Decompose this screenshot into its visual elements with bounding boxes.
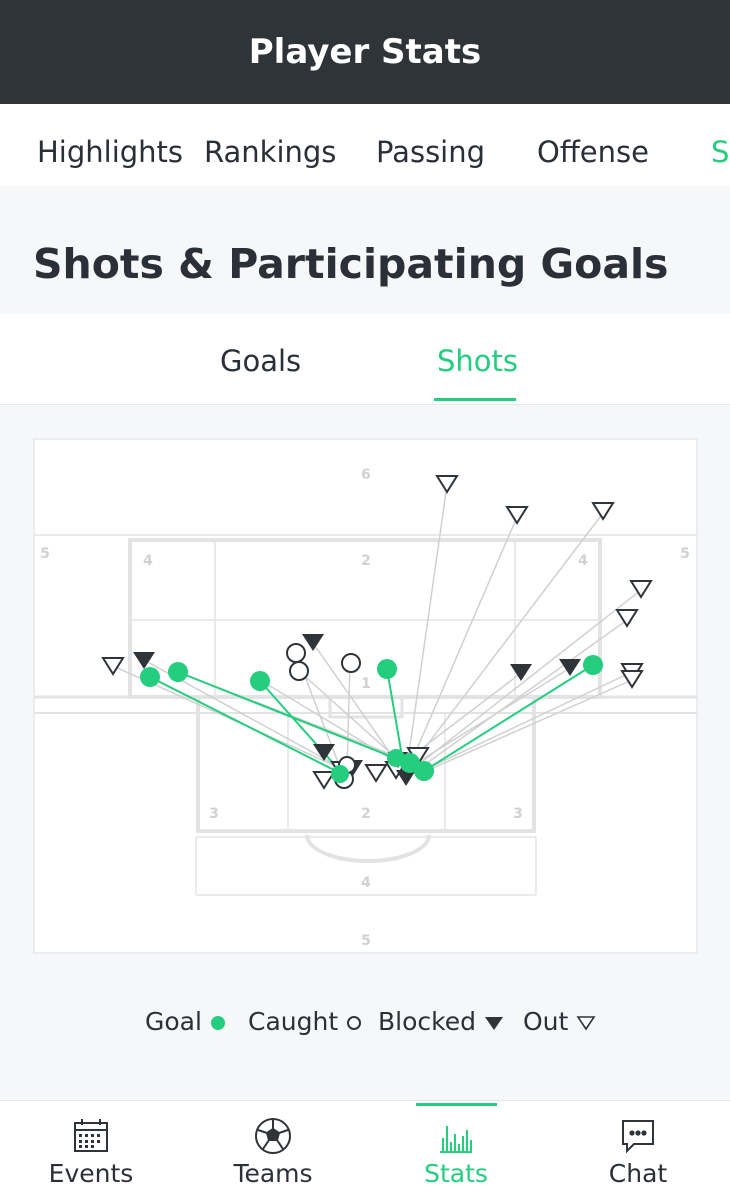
zone-label: 4 bbox=[578, 553, 588, 569]
goal-marker bbox=[168, 662, 188, 682]
stats-tab-bar: Highlights Rankings Passing Offense S bbox=[0, 104, 730, 187]
legend-caught-label: Caught bbox=[248, 1007, 339, 1036]
subtab-active-indicator bbox=[434, 398, 516, 401]
nav-chat[interactable]: Chat bbox=[547, 1101, 729, 1200]
legend-blocked: Blocked bbox=[378, 1002, 504, 1042]
legend-blocked-label: Blocked bbox=[378, 1007, 476, 1036]
zone-label: 3 bbox=[513, 806, 523, 822]
legend-caught: Caught bbox=[248, 1002, 362, 1042]
goal-marker bbox=[140, 667, 160, 687]
legend-goal: Goal bbox=[145, 1002, 226, 1042]
legend-out: Out bbox=[523, 1002, 596, 1042]
nav-events[interactable]: Events bbox=[0, 1101, 182, 1200]
caught-marker bbox=[286, 643, 306, 663]
court-diagram: 6 5 4 2 4 5 1 3 2 3 4 5 bbox=[33, 438, 698, 954]
goal-marker bbox=[250, 671, 270, 691]
zone-label: 2 bbox=[361, 806, 371, 822]
goal-marker bbox=[414, 761, 434, 781]
legend-goal-label: Goal bbox=[145, 1007, 202, 1036]
goal-marker bbox=[583, 655, 603, 675]
tab-rankings[interactable]: Rankings bbox=[204, 104, 336, 186]
caught-marker bbox=[289, 661, 309, 681]
page-title: Player Stats bbox=[248, 32, 482, 72]
subtab-shots[interactable]: Shots bbox=[437, 338, 518, 384]
zone-label: 4 bbox=[143, 553, 153, 569]
nav-active-indicator bbox=[416, 1103, 497, 1106]
caught-marker bbox=[341, 653, 361, 673]
zone-label: 1 bbox=[361, 676, 371, 692]
nav-teams-label: Teams bbox=[233, 1159, 313, 1188]
chat-bubble-icon bbox=[622, 1120, 654, 1154]
sub-tab-bar: Goals Shots bbox=[0, 314, 730, 405]
blocked-triangle-icon bbox=[484, 1017, 503, 1030]
zone-label: 3 bbox=[209, 806, 219, 822]
zone-label: 5 bbox=[361, 933, 371, 949]
caught-circle-icon bbox=[347, 1016, 362, 1030]
tab-offense[interactable]: Offense bbox=[537, 104, 649, 186]
legend-out-label: Out bbox=[523, 1007, 569, 1036]
section-title: Shots & Participating Goals bbox=[33, 240, 669, 288]
zone-label: 6 bbox=[361, 467, 371, 483]
nav-stats-label: Stats bbox=[424, 1159, 488, 1188]
zone-label: 5 bbox=[680, 546, 690, 562]
tab-shots-partial[interactable]: S bbox=[711, 104, 729, 186]
soccer-ball-icon bbox=[255, 1118, 291, 1154]
goal-marker bbox=[331, 765, 349, 783]
shot-legend: Goal Caught Blocked Out bbox=[0, 1002, 730, 1042]
nav-events-label: Events bbox=[48, 1159, 134, 1188]
zone-label: 4 bbox=[361, 875, 371, 891]
nav-teams[interactable]: Teams bbox=[182, 1101, 364, 1200]
subtab-goals[interactable]: Goals bbox=[220, 338, 301, 384]
tab-highlights[interactable]: Highlights bbox=[37, 104, 183, 186]
nav-chat-label: Chat bbox=[608, 1159, 668, 1188]
zone-label: 5 bbox=[40, 546, 50, 562]
tab-passing[interactable]: Passing bbox=[376, 104, 485, 186]
goal-marker bbox=[377, 659, 397, 679]
nav-stats[interactable]: Stats bbox=[365, 1101, 547, 1200]
app-header: Player Stats bbox=[0, 0, 730, 104]
goal-dot-icon bbox=[210, 1016, 225, 1030]
bottom-navigation: Events Teams Stats Chat bbox=[0, 1100, 730, 1200]
zone-label: 2 bbox=[361, 553, 371, 569]
out-triangle-icon bbox=[576, 1016, 596, 1031]
calendar-icon bbox=[74, 1119, 108, 1152]
shot-chart-area: 6 5 4 2 4 5 1 3 2 3 4 5 bbox=[0, 405, 730, 1100]
bar-chart-icon bbox=[440, 1126, 472, 1153]
